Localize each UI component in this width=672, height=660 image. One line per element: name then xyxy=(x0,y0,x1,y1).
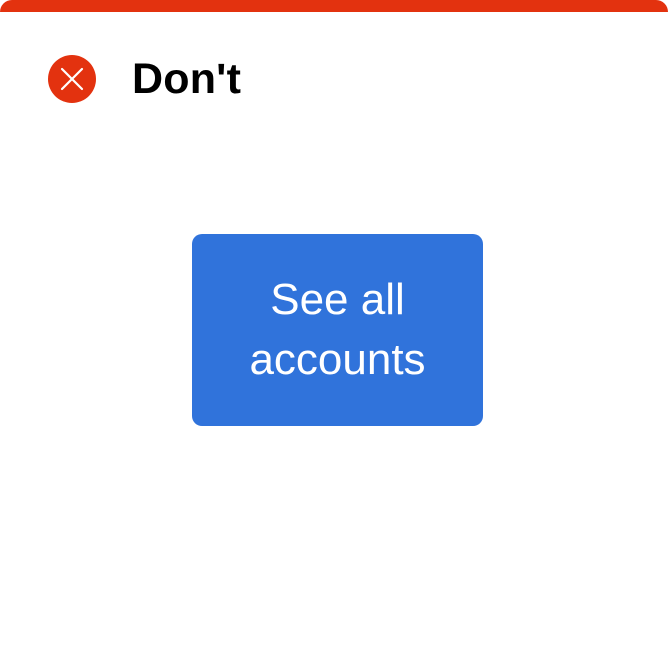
see-all-accounts-button[interactable]: See all accounts xyxy=(192,234,483,426)
close-circle-icon xyxy=(48,55,96,103)
dont-example-card: Don't See all accounts xyxy=(0,0,672,660)
dont-label: Don't xyxy=(132,55,242,103)
close-x-glyph xyxy=(60,67,84,91)
dont-header: Don't xyxy=(48,55,241,103)
dont-accent-bar xyxy=(0,0,668,12)
